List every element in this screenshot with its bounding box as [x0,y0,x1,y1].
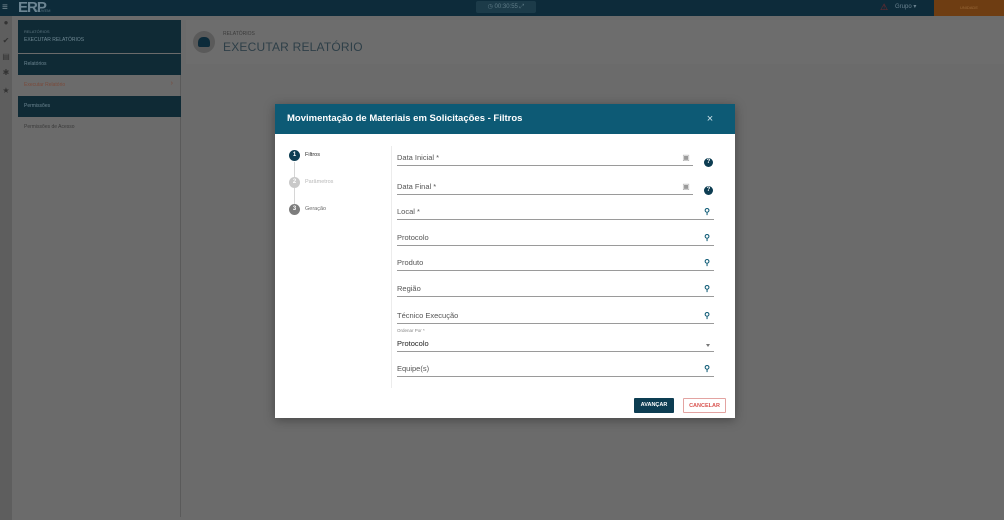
step-label: Filtros [305,152,320,158]
local-field[interactable]: Local * ⚲ [397,200,714,220]
regiao-field[interactable]: Região ⚲ [397,277,714,297]
search-icon[interactable]: ⚲ [702,258,712,268]
step-number: 2 [289,177,300,188]
step-connector [294,162,295,177]
field-label: Equipe(s) [397,364,430,373]
field-label: Data Inicial * [397,153,440,162]
search-icon[interactable]: ⚲ [702,233,712,243]
help-icon[interactable]: ? [704,186,713,195]
search-icon[interactable]: ⚲ [702,364,712,374]
stepper: 1 Filtros 2 Parâmetros 3 Geração [289,150,379,230]
select-label: Ordenar Por * [397,328,425,333]
clock-text: 00:30:55 [494,4,518,10]
section-permissions[interactable]: Permissões [18,96,181,117]
field-label: Data Final * [397,182,437,191]
alert-icon[interactable]: ⚠ [880,2,890,12]
side-panel-header: RELATÓRIOS EXECUTAR RELATÓRIOS [18,20,181,53]
section-reports-label: Relatórios [24,61,47,67]
tecnico-execucao-field[interactable]: Técnico Execução ⚲ [397,304,714,324]
calendar-icon[interactable]: ▣ [681,182,691,192]
step-label: Geração [305,206,327,212]
field-label: Local * [397,207,420,216]
user-area-button[interactable]: UNIDADE [934,0,1004,16]
document-icon[interactable]: ▤ [1,52,11,62]
check-icon[interactable]: ✔ [1,36,11,46]
section-permissions-label: Permissões [24,103,51,109]
step-generation[interactable]: 3 Geração [289,204,379,216]
data-final-field[interactable]: Data Final * ▣ [397,175,693,195]
search-icon[interactable]: ⚲ [702,284,712,294]
step-number: 1 [289,150,300,161]
top-bar: ≡ ERP NUVEM ◷ 00:30:55 ⤢ ⚠ Grupo ▾ UNIDA… [0,0,1004,16]
side-panel: RELATÓRIOS EXECUTAR RELATÓRIOS Relatório… [18,20,181,517]
group-selector[interactable]: Grupo ▾ [895,2,916,12]
sidebar-item-execute-report[interactable]: Executar Relatório › [18,77,181,93]
star-icon[interactable]: ★ [1,86,11,96]
page-title: EXECUTAR RELATÓRIO [223,40,363,54]
dialog-title: Movimentação de Materiais em Solicitaçõe… [287,113,523,124]
field-label: Produto [397,258,424,267]
step-number: 3 [289,204,300,215]
help-icon[interactable]: ? [704,158,713,167]
side-header-title: EXECUTAR RELATÓRIOS [24,37,85,43]
stepper-divider [391,146,392,388]
field-label: Técnico Execução [397,311,459,320]
sidebar-item-access-permissions[interactable]: Permissões de Acesso [18,119,181,135]
avatar-icon[interactable]: ● [1,18,11,28]
filters-dialog: Movimentação de Materiais em Solicitaçõe… [275,104,735,418]
sidebar-item-label: Executar Relatório [24,82,66,88]
chevron-right-icon: › [170,80,173,87]
step-connector [294,188,295,204]
app-logo-sub: NUVEM [36,8,51,13]
search-icon[interactable]: ⚲ [702,207,712,217]
hamburger-menu-icon[interactable]: ≡ [2,2,12,14]
settings-icon[interactable]: ✱ [1,68,11,78]
section-reports[interactable]: Relatórios [18,54,181,75]
field-label: Protocolo [397,233,429,242]
group-label: Grupo [895,4,912,10]
protocolo-field[interactable]: Protocolo ⚲ [397,226,714,246]
cloud-icon [193,31,215,53]
ordenar-por-select[interactable]: Ordenar Por * Protocolo [397,328,714,352]
side-header-small: RELATÓRIOS [24,29,50,34]
sidebar-item-label: Permissões de Acesso [24,124,75,130]
breadcrumb: RELATÓRIOS [223,31,255,37]
dialog-header: Movimentação de Materiais em Solicitaçõe… [275,104,735,134]
step-filters[interactable]: 1 Filtros [289,150,379,162]
field-label: Região [397,284,421,293]
user-area-label: UNIDADE [959,5,978,10]
next-button[interactable]: AVANÇAR [634,398,674,413]
search-icon[interactable]: ⚲ [702,311,712,321]
equipes-field[interactable]: Equipe(s) ⚲ [397,357,714,377]
icon-rail: ● ✔ ▤ ✱ ★ [0,16,12,520]
session-clock: ◷ 00:30:55 ⤢ [476,1,536,13]
select-value: Protocolo [397,339,429,348]
calendar-icon[interactable]: ▣ [681,153,691,163]
produto-field[interactable]: Produto ⚲ [397,251,714,271]
close-icon[interactable]: × [703,112,717,126]
caret-down-icon[interactable] [706,344,710,347]
step-parameters[interactable]: 2 Parâmetros [289,177,379,189]
step-label: Parâmetros [305,179,334,185]
page-header: RELATÓRIOS EXECUTAR RELATÓRIO [186,20,1004,64]
data-inicial-field[interactable]: Data Inicial * ▣ [397,146,693,166]
cancel-button[interactable]: CANCELAR [683,398,726,413]
